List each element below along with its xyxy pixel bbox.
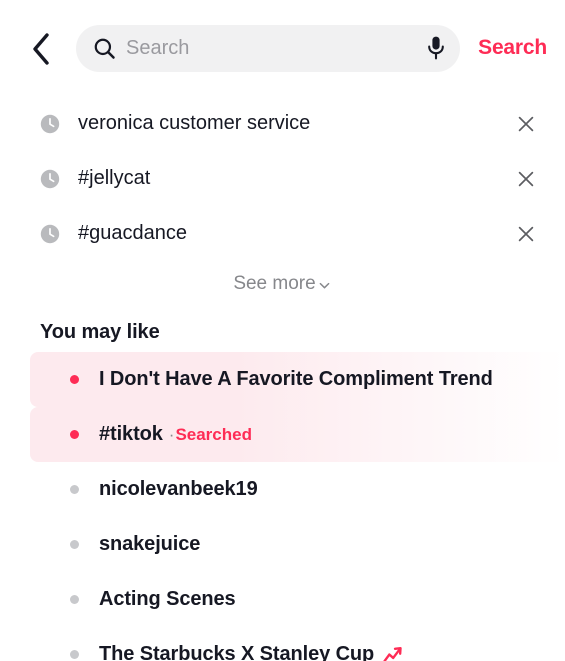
search-history-list: veronica customer service #jellycat #gua… <box>0 96 565 305</box>
trending-up-icon <box>382 644 404 661</box>
suggestion-row[interactable]: snakejuice <box>30 517 565 572</box>
history-label: veronica customer service <box>78 112 311 134</box>
history-row[interactable]: #guacdance <box>0 206 565 261</box>
suggestion-label: #tiktok <box>99 423 163 445</box>
suggestion-row[interactable]: nicolevanbeek19 <box>30 462 565 517</box>
status-badge: Searched <box>175 424 252 444</box>
bullet-icon <box>70 375 79 384</box>
suggestion-row[interactable]: #tiktok · Searched <box>30 407 565 462</box>
suggestion-row[interactable]: Acting Scenes <box>30 572 565 627</box>
history-label: #jellycat <box>78 167 151 189</box>
see-more-label: See more <box>233 273 316 294</box>
search-icon <box>93 37 116 60</box>
close-icon[interactable] <box>515 113 537 135</box>
suggestion-label: I Don't Have A Favorite Compliment Trend <box>99 368 493 390</box>
history-row[interactable]: veronica customer service <box>0 96 565 151</box>
back-button[interactable] <box>30 29 64 69</box>
history-row[interactable]: #jellycat <box>0 151 565 206</box>
chevron-left-icon <box>30 32 52 66</box>
close-icon[interactable] <box>515 168 537 190</box>
suggestion-label: nicolevanbeek19 <box>99 478 258 500</box>
suggestion-row[interactable]: I Don't Have A Favorite Compliment Trend <box>30 352 565 407</box>
history-label: #guacdance <box>78 222 187 244</box>
bullet-icon <box>70 595 79 604</box>
clock-icon <box>40 169 60 189</box>
clock-icon <box>40 224 60 244</box>
see-more-button[interactable]: See more <box>233 273 331 295</box>
clock-icon <box>40 114 60 134</box>
search-input[interactable] <box>126 36 421 60</box>
chevron-down-icon <box>317 276 332 293</box>
suggestion-label: The Starbucks X Stanley Cup <box>99 643 375 661</box>
bullet-icon <box>70 540 79 549</box>
suggestion-label: snakejuice <box>99 533 201 555</box>
search-field[interactable] <box>76 24 461 72</box>
search-submit-button[interactable]: Search <box>478 36 547 60</box>
close-icon[interactable] <box>515 223 537 245</box>
suggestion-row[interactable]: The Starbucks X Stanley Cup <box>30 627 565 661</box>
microphone-icon[interactable] <box>420 35 446 61</box>
bullet-icon <box>70 650 79 659</box>
suggestion-separator: · <box>168 424 175 444</box>
suggestion-list: I Don't Have A Favorite Compliment Trend… <box>0 352 565 661</box>
suggestion-label: Acting Scenes <box>99 588 236 610</box>
see-more-row: See more <box>0 263 565 305</box>
section-title-you-may-like: You may like <box>40 321 160 343</box>
bullet-icon <box>70 430 79 439</box>
search-header: Search <box>0 0 565 96</box>
bullet-icon <box>70 485 79 494</box>
